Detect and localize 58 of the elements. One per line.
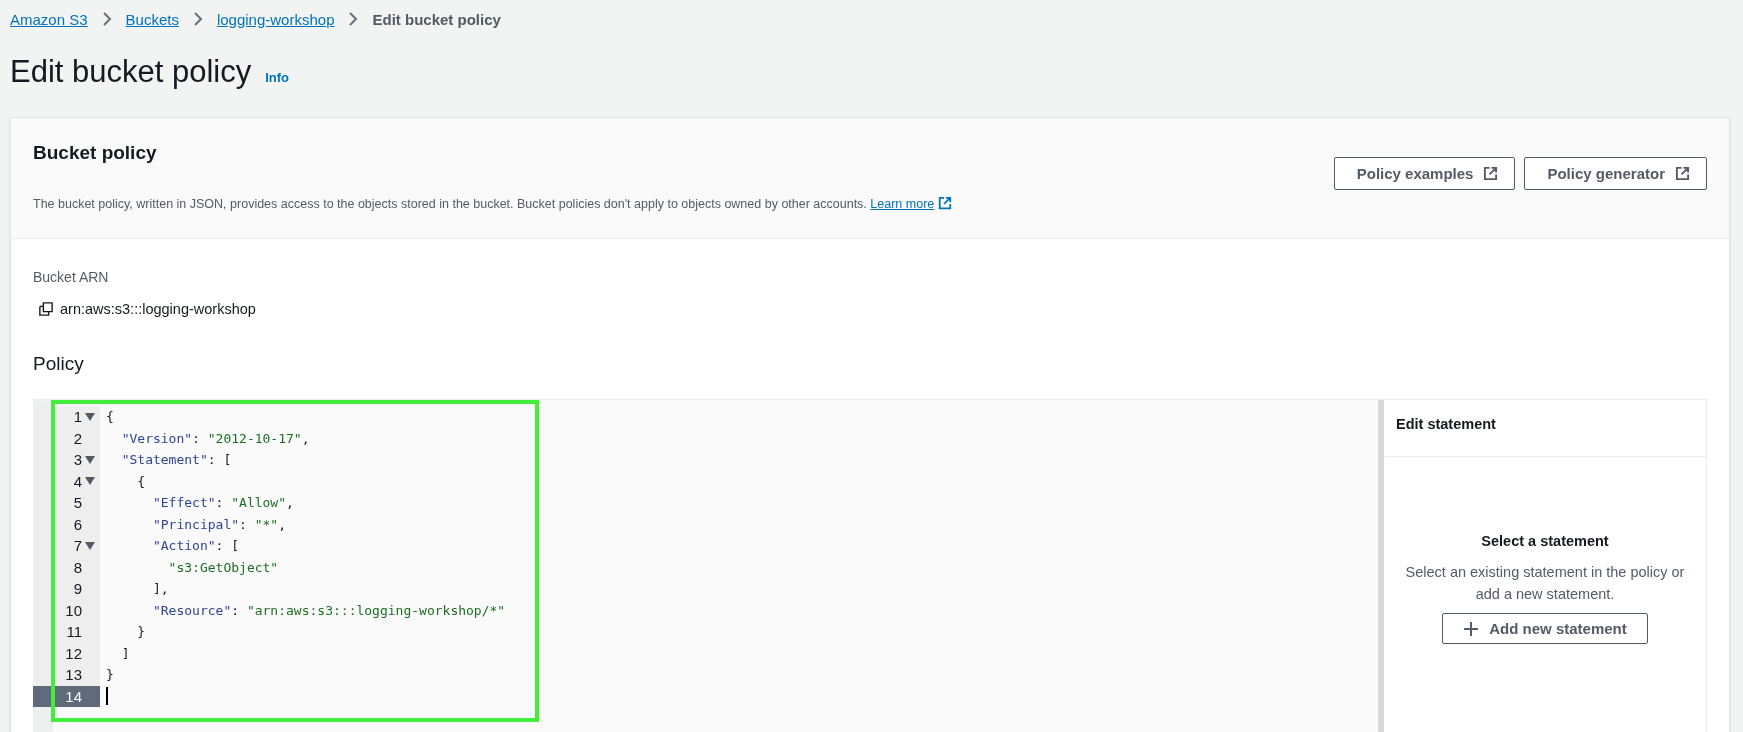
- code-token: :: [231, 602, 241, 618]
- code-token: "Allow": [231, 495, 287, 511]
- code-token: ,: [286, 495, 294, 511]
- chevron-right-icon: [101, 11, 112, 27]
- code-token: ,: [301, 430, 310, 446]
- external-link-button[interactable]: Policy generator: [1524, 157, 1707, 190]
- external-link-icon: [1675, 166, 1690, 181]
- code-token: "s3:GetObject": [167, 559, 279, 575]
- code-token: ,: [278, 516, 287, 532]
- add-statement-button[interactable]: Add new statement: [1442, 613, 1648, 644]
- fold-arrow-icon[interactable]: [85, 455, 95, 464]
- chevron-right-icon: [192, 11, 203, 27]
- external-link-icon: [938, 196, 953, 210]
- code-token: }: [106, 667, 114, 683]
- breadcrumb-link[interactable]: Amazon S3: [10, 10, 88, 28]
- code-token: {: [136, 473, 146, 489]
- section-label: Policy: [33, 353, 85, 375]
- breadcrumb-link[interactable]: Buckets: [125, 10, 179, 28]
- chevron-right-icon: [348, 11, 359, 27]
- code-token: "arn:aws:s3:::logging-workshop/*": [246, 602, 506, 618]
- code-token: :: [215, 495, 225, 511]
- code-token: :: [192, 430, 201, 446]
- code-token: {: [106, 409, 114, 425]
- field-label: Bucket ARN: [33, 269, 110, 285]
- code-token: :: [239, 516, 248, 532]
- empty-state-title: Select a statement: [1481, 533, 1609, 549]
- code-token: "*": [254, 516, 279, 532]
- code-token: }: [136, 624, 146, 640]
- empty-state-text: Select an existing statement in the policy or add a new statement.: [1404, 563, 1686, 604]
- bucket-arn-value: arn:aws:s3:::logging-workshop: [60, 301, 256, 317]
- code-token: "Action": [151, 538, 216, 554]
- fold-arrow-icon[interactable]: [85, 477, 95, 486]
- code-token: "Statement": [120, 452, 208, 468]
- code-token: "Principal": [151, 516, 240, 532]
- code-token: "Version": [120, 430, 193, 446]
- external-link-icon: [1483, 166, 1499, 181]
- code-token: "2012-10-17": [207, 430, 302, 446]
- plus-icon: [1463, 620, 1480, 637]
- panel-title: Edit statement: [1384, 400, 1706, 457]
- fold-arrow-icon[interactable]: [85, 412, 95, 421]
- code-editor[interactable]: 1 { 2 "Version": "2012-10-17", 3 "Statement": [ 4 { 5 "Effect": "Allow", 6 "Principal": "*", 7 "Action": [ 8 "s3:GetObject" 9 ], 10 "Resource": "arn:aws:s3:::logging-workshop/*" 11 } 12 ] 13 } 14: [33, 400, 1378, 732]
- external-link-button[interactable]: Policy examples: [1333, 157, 1516, 190]
- breadcrumb-link[interactable]: logging-workshop: [216, 10, 335, 28]
- code-token: ]: [120, 645, 130, 661]
- copy-icon[interactable]: [39, 302, 53, 316]
- page-title: Edit bucket policy: [10, 54, 252, 90]
- learn-more-link[interactable]: Learn more: [870, 197, 953, 211]
- card-title: Bucket policy: [33, 142, 158, 164]
- fold-arrow-icon[interactable]: [85, 541, 95, 550]
- code-token: : [: [207, 452, 232, 468]
- code-token: "Resource": [151, 602, 232, 618]
- info-link[interactable]: Info: [265, 70, 290, 85]
- code-token: ],: [151, 581, 169, 597]
- card-description: The bucket policy, written in JSON, provides access to the objects stored in the bucket. Bucket policies don't apply to objects owned by other accounts. Learn more: [33, 196, 953, 211]
- code-token: : [: [215, 538, 240, 554]
- breadcrumb-current: Edit bucket policy: [372, 10, 501, 28]
- code-token: "Effect": [151, 495, 216, 511]
- text-cursor: [106, 687, 108, 706]
